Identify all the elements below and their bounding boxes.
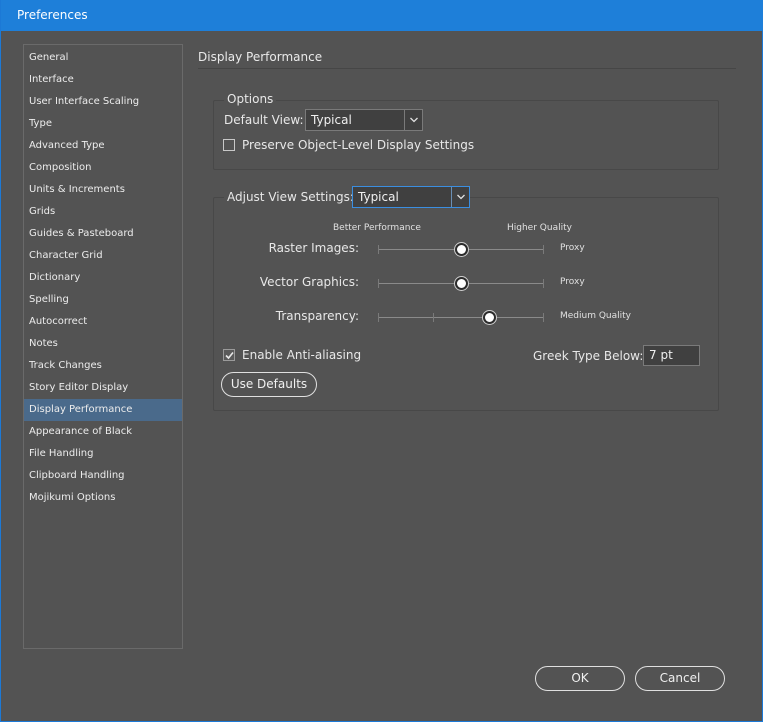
slider-label: Transparency: <box>275 309 359 323</box>
greek-type-label: Greek Type Below: <box>533 349 644 363</box>
sidebar-item[interactable]: Autocorrect <box>24 311 182 333</box>
sidebar-item[interactable]: Story Editor Display <box>24 377 182 399</box>
sidebar-item[interactable]: Type <box>24 113 182 135</box>
slider-label: Vector Graphics: <box>259 275 359 289</box>
sidebar-item[interactable]: Mojikumi Options <box>24 487 182 509</box>
anti-aliasing-label: Enable Anti-aliasing <box>242 348 362 362</box>
slider-label: Raster Images: <box>268 241 359 255</box>
sidebar-item[interactable]: General <box>24 47 182 69</box>
title-bar[interactable]: Preferences <box>1 0 763 31</box>
adjust-view-dropdown[interactable]: Typical <box>352 186 470 208</box>
page-title: Display Performance <box>198 50 323 64</box>
sidebar-item[interactable]: Advanced Type <box>24 135 182 157</box>
sidebar-item[interactable]: Spelling <box>24 289 182 311</box>
preferences-sidebar: General Interface User Interface Scaling Ty… <box>23 44 183 649</box>
slider-value-text: Medium Quality <box>560 311 632 321</box>
window-title: Preferences <box>17 8 88 22</box>
use-defaults-button[interactable]: Use Defaults <box>221 372 317 397</box>
default-view-dropdown[interactable]: Typical <box>305 109 423 131</box>
section-divider <box>198 68 736 69</box>
slider-tick <box>543 313 544 322</box>
adjust-view-value: Typical <box>358 190 399 204</box>
slider-tick <box>378 313 379 322</box>
sidebar-item[interactable]: Display Performance <box>24 399 182 421</box>
slider-tick <box>543 279 544 288</box>
ok-button[interactable]: OK <box>535 666 625 691</box>
slider-thumb[interactable] <box>454 243 468 256</box>
sidebar-item[interactable]: Guides & Pasteboard <box>24 223 182 245</box>
slider-thumb[interactable] <box>454 277 468 290</box>
options-group <box>213 100 719 170</box>
sidebar-item[interactable]: File Handling <box>24 443 182 465</box>
sidebar-item[interactable]: Grids <box>24 201 182 223</box>
slider-tick <box>543 245 544 254</box>
default-view-value: Typical <box>311 113 352 127</box>
sidebar-item[interactable]: Appearance of Black <box>24 421 182 443</box>
greek-type-value: 7 pt <box>649 348 673 362</box>
sidebar-item[interactable]: Clipboard Handling <box>24 465 182 487</box>
slider-track[interactable] <box>378 317 543 318</box>
better-performance-label: Better Performance <box>333 223 421 233</box>
preserve-object-level-label: Preserve Object-Level Display Settings <box>242 138 475 152</box>
options-group-label: Options <box>224 92 277 106</box>
slider-thumb[interactable] <box>482 311 496 324</box>
higher-quality-label: Higher Quality <box>507 223 572 233</box>
greek-type-input[interactable]: 7 pt <box>643 345 700 366</box>
slider-tick <box>433 313 434 322</box>
cancel-button[interactable]: Cancel <box>635 666 725 691</box>
slider-value-text: Proxy <box>560 277 585 287</box>
preserve-object-level-checkbox[interactable] <box>223 139 235 151</box>
sidebar-item[interactable]: Composition <box>24 157 182 179</box>
default-view-label: Default View: <box>224 113 304 127</box>
sidebar-item[interactable]: Character Grid <box>24 245 182 267</box>
sidebar-item[interactable]: User Interface Scaling <box>24 91 182 113</box>
anti-aliasing-checkbox[interactable] <box>223 349 235 361</box>
sidebar-item[interactable]: Notes <box>24 333 182 355</box>
sidebar-item[interactable]: Dictionary <box>24 267 182 289</box>
chevron-down-icon <box>451 187 469 207</box>
sidebar-item[interactable]: Units & Increments <box>24 179 182 201</box>
sidebar-item[interactable]: Interface <box>24 69 182 91</box>
preferences-dialog: Preferences General Interface User Interfa… <box>0 0 763 722</box>
sidebar-item[interactable]: Track Changes <box>24 355 182 377</box>
checkmark-icon <box>225 351 234 360</box>
slider-tick <box>378 279 379 288</box>
slider-value-text: Proxy <box>560 243 585 253</box>
chevron-down-icon <box>404 110 422 130</box>
slider-tick <box>378 245 379 254</box>
adjust-view-label: Adjust View Settings: <box>224 190 357 204</box>
